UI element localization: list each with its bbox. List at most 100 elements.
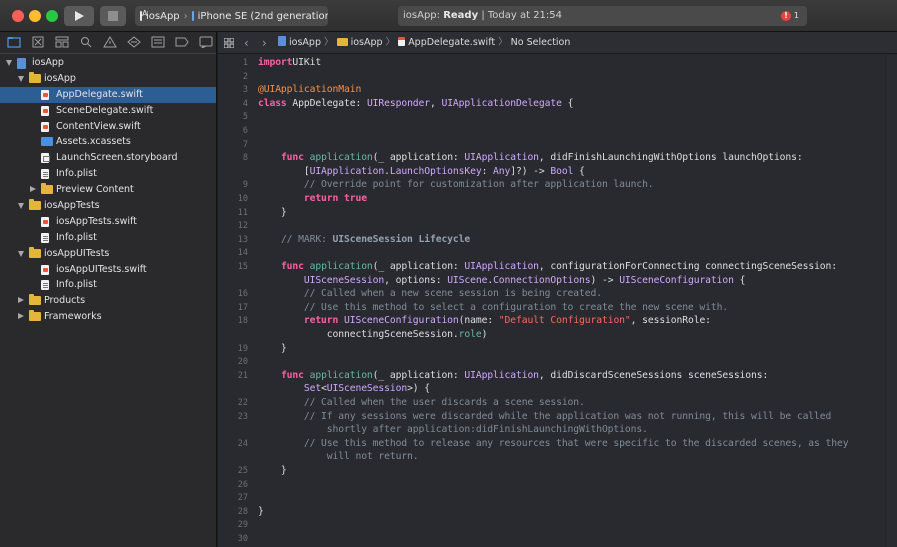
find-icon[interactable] [79,36,93,48]
code-token: true [344,193,367,204]
file-tree-row[interactable]: Assets.xcassets [0,134,216,150]
close-window-button[interactable] [12,10,24,22]
related-items-icon[interactable] [224,38,234,48]
zoom-window-button[interactable] [46,10,58,22]
file-tree-row[interactable]: SceneDelegate.swift [0,103,216,119]
breadcrumb-group[interactable]: iosApp [351,37,383,48]
report-icon[interactable] [199,36,213,50]
disclosure-open-icon[interactable] [18,75,24,82]
stop-icon [108,11,118,21]
folder-icon [29,199,41,211]
line-number: 17 [237,302,248,313]
file-tree-row[interactable]: iosAppUITests [0,246,216,262]
code-line: class AppDelegate: UIResponder, UIApplic… [258,98,573,109]
file-tree-row[interactable]: AppDelegate.swift [0,86,216,103]
file-tree-row[interactable]: Info.plist [0,277,216,293]
code-token: >) { [407,383,430,395]
code-token: @UIApplicationMain [258,84,362,96]
folder-icon[interactable] [7,36,21,48]
code-token: (_ application: [372,369,465,381]
source-control-icon[interactable] [31,36,45,48]
file-tree-row[interactable]: Frameworks [0,309,216,325]
code-token: return [303,315,339,327]
code-line: connectingSceneSession.role) [258,329,488,340]
code-token: application [309,369,373,381]
code-token: UISceneSession Lifecycle [332,233,471,245]
symbol-icon[interactable] [55,36,69,48]
file-tree-row[interactable]: iosAppTests [0,198,216,214]
file-tree-label: SceneDelegate.swift [56,104,154,116]
test-icon[interactable] [127,36,141,48]
code-token: application [309,152,373,164]
code-token: , configurationForConnecting connectingS… [538,261,838,272]
disclosure-closed-icon[interactable] [18,313,24,320]
storyboard-file-icon [41,153,50,164]
file-tree-row[interactable]: LaunchScreen.storyboard [0,150,216,166]
issue-icon[interactable] [103,36,117,48]
disclosure-closed-icon[interactable] [18,297,24,304]
folder-icon [336,37,348,46]
file-tree-row[interactable]: Preview Content [0,182,216,198]
file-tree-label: Preview Content [56,184,134,196]
code-line: importUIKit [258,57,321,68]
disclosure-open-icon[interactable] [18,203,24,210]
code-token: } [258,505,264,517]
run-button[interactable] [64,6,94,26]
plist-file-icon [41,280,49,291]
play-icon [75,11,84,21]
line-number-gutter: 1 2 3 4 5 6 7 8 9 10 11 12 13 14 15 16 17 18 19 20 21 22 23 24 2… [218,55,248,547]
file-tree-row[interactable]: Info.plist [0,166,216,182]
editor-scroll-edge[interactable] [885,55,897,547]
line-number: 10 [237,194,248,204]
code-area[interactable]: 1 2 3 4 5 6 7 8 9 10 11 12 13 14 15 16 17 18 19 20 21 22 23 24 2… [218,55,897,547]
status-time: | Today at 21:54 [481,10,563,21]
code-token: will not return. [326,451,419,463]
file-tree-row[interactable]: Products [0,293,216,309]
code-line: shortly after application:didFinishLaunc… [258,424,648,435]
swift-file-icon [41,105,49,116]
breakpoint-icon[interactable] [175,36,189,48]
breadcrumb-project[interactable]: iosApp [289,37,321,48]
minimize-window-button[interactable] [29,10,41,22]
file-tree-row[interactable]: iosAppUITests.swift [0,262,216,278]
code-line: UISceneSession, options: UIScene.Connect… [258,275,746,286]
file-tree-row[interactable]: ContentView.swift [0,119,216,135]
code-token: // Override point for customization afte… [303,179,654,191]
code-token: Any [493,165,511,177]
disclosure-open-icon[interactable] [18,250,24,257]
breadcrumb-file[interactable]: AppDelegate.swift [408,37,495,48]
back-icon[interactable]: ‹ [244,37,249,49]
line-number: 2 [242,71,248,82]
navigator-tab-bar [0,32,216,54]
stop-button[interactable] [100,6,126,26]
error-indicator[interactable]: ! 1 [780,11,799,21]
code-token: return [303,193,339,204]
scheme-selector[interactable]: iosApp › iPhone SE (2nd generation) [135,6,328,26]
code-token: ]?) -> [510,165,551,177]
code-token: (name: [458,315,499,327]
code-token: role [458,329,482,340]
code-token: , [430,97,442,109]
code-line: // Use this method to release any resour… [258,438,849,449]
debug-icon[interactable] [151,36,165,48]
disclosure-closed-icon[interactable] [30,186,36,193]
swift-file-icon [41,89,49,100]
file-tree-row[interactable]: iosApp [0,55,216,71]
file-tree-row[interactable]: iosApp [0,71,216,87]
file-tree-row[interactable]: iosAppTests.swift [0,214,216,230]
file-tree-label: AppDelegate.swift [56,88,143,100]
line-number: 15 [237,262,248,272]
breadcrumb-symbol[interactable]: No Selection [511,37,571,48]
line-number: 19 [237,343,248,354]
forward-icon[interactable]: › [262,37,267,49]
file-tree-row[interactable]: Info.plist [0,230,216,246]
scheme-device-label: iPhone SE (2nd generation) [197,10,328,22]
line-number: 13 [237,234,248,245]
disclosure-open-icon[interactable] [6,60,12,66]
